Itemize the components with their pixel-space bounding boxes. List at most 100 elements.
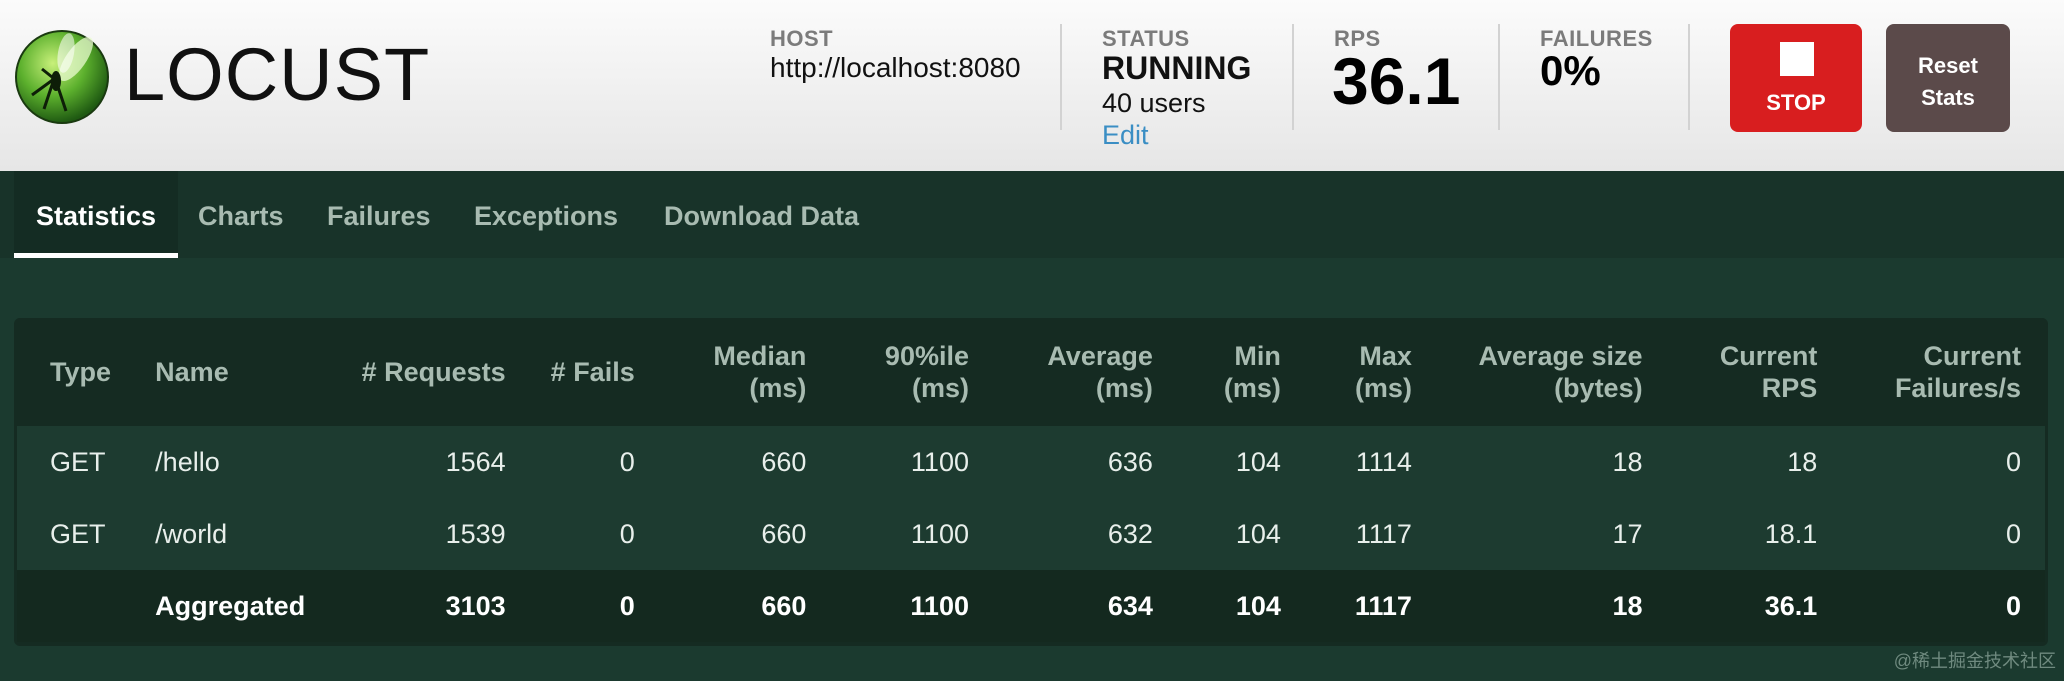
host-value: http://localhost:8080 [770, 52, 1021, 83]
column-header-text: Average [1047, 341, 1153, 371]
reset-label-line2: Stats [1921, 85, 1975, 110]
column-header-current-rps[interactable]: Current RPS [1642, 318, 1818, 426]
reset-label-line1: Reset [1918, 53, 1978, 78]
cell-max: 1117 [1280, 570, 1412, 642]
column-header-name[interactable]: Name [155, 318, 344, 426]
cell-current-rps: 36.1 [1642, 570, 1818, 642]
cell-type: GET [17, 498, 156, 570]
cell-average: 634 [968, 570, 1153, 642]
cell-requests: 1564 [343, 426, 506, 498]
cell-min: 104 [1152, 426, 1281, 498]
header: LOCUST HOST http://localhost:8080 STATUS… [0, 0, 2064, 171]
cell-fails: 0 [505, 426, 635, 498]
watermark: @稀土掘金技术社区 [1893, 651, 2056, 671]
user-count: 40 users [1102, 88, 1206, 118]
column-header-text: Average size [1478, 341, 1643, 371]
cell-name: /hello [155, 426, 344, 498]
cell-fails: 0 [505, 498, 635, 570]
column-header-requests[interactable]: # Requests [343, 318, 506, 426]
divider [1498, 24, 1500, 130]
cell-type: GET [17, 426, 156, 498]
tab-failures[interactable]: Failures [327, 171, 431, 258]
cell-p90: 1100 [806, 498, 969, 570]
column-header-avg-size[interactable]: Average size (bytes) [1411, 318, 1643, 426]
reset-stats-button[interactable]: Reset Stats [1886, 24, 2010, 132]
column-header-text: Max [1359, 341, 1412, 371]
column-header-text: (ms) [1354, 373, 1412, 403]
column-header-text: Min [1234, 341, 1281, 371]
column-header-text: 90%ile [884, 341, 969, 371]
column-header-text: (ms) [1095, 373, 1153, 403]
cell-min: 104 [1152, 498, 1281, 570]
table-row: GET/hello 1564 0 660 1100 636 104 1114 18 18 0 [17, 426, 2045, 498]
column-header-average[interactable]: Average (ms) [968, 318, 1153, 426]
cell-avg-size: 17 [1411, 498, 1643, 570]
cell-current-failures: 0 [1817, 426, 2045, 498]
tab-exceptions[interactable]: Exceptions [474, 171, 618, 258]
cell-current-failures: 0 [1817, 570, 2045, 642]
rps-value: 36.1 [1332, 44, 1461, 118]
cell-current-failures: 0 [1817, 498, 2045, 570]
column-header-text: # Fails [550, 357, 635, 387]
cell-max: 1117 [1280, 498, 1412, 570]
divider [1060, 24, 1062, 130]
divider [1292, 24, 1294, 130]
cell-current-rps: 18.1 [1642, 498, 1818, 570]
column-header-text: Name [155, 357, 229, 387]
cell-type [17, 570, 156, 642]
divider [1688, 24, 1690, 130]
column-header-text: # Requests [361, 357, 506, 387]
stop-icon [1780, 42, 1814, 76]
locust-logo-icon [15, 30, 109, 124]
cell-max: 1114 [1280, 426, 1412, 498]
tab-statistics[interactable]: Statistics [14, 171, 178, 258]
stop-button[interactable]: STOP [1730, 24, 1862, 132]
cell-min: 104 [1152, 570, 1281, 642]
tab-charts[interactable]: Charts [198, 171, 284, 258]
column-header-current-failures[interactable]: Current Failures/s [1817, 318, 2045, 426]
column-header-text: (bytes) [1554, 373, 1643, 403]
stop-button-label: STOP [1766, 90, 1826, 115]
cell-avg-size: 18 [1411, 426, 1643, 498]
cell-name: Aggregated [155, 570, 344, 642]
column-header-text: Type [50, 357, 112, 387]
cell-p90: 1100 [806, 570, 969, 642]
tab-download-data[interactable]: Download Data [664, 171, 859, 258]
column-header-text: Median [713, 341, 807, 371]
cell-fails: 0 [505, 570, 635, 642]
tab-bar: Statistics Charts Failures Exceptions Do… [0, 171, 2064, 258]
cell-current-rps: 18 [1642, 426, 1818, 498]
statistics-table: Type Name # Requests # Fails Median (ms) 90%il… [17, 318, 2045, 642]
status-label: STATUS [1102, 26, 1190, 51]
reset-stats-label: Reset Stats [1886, 50, 2010, 114]
column-header-fails[interactable]: # Fails [505, 318, 635, 426]
column-header-text: (ms) [749, 373, 807, 403]
cell-average: 632 [968, 498, 1153, 570]
edit-users-link[interactable]: Edit [1102, 120, 1149, 151]
column-header-text: RPS [1761, 373, 1818, 403]
host-label: HOST [770, 26, 834, 51]
cell-median: 660 [634, 498, 807, 570]
column-header-text: (ms) [911, 373, 969, 403]
cell-name: /world [155, 498, 344, 570]
column-header-text: Failures/s [1894, 373, 2021, 403]
column-header-median[interactable]: Median (ms) [634, 318, 807, 426]
cell-requests: 3103 [343, 570, 506, 642]
cell-median: 660 [634, 570, 807, 642]
column-header-max[interactable]: Max (ms) [1280, 318, 1412, 426]
cell-average: 636 [968, 426, 1153, 498]
table-row: GET/world 1539 0 660 1100 632 104 1117 17 18.1 0 [17, 498, 2045, 570]
table-header-row: Type Name # Requests # Fails Median (ms) 90%il… [17, 318, 2045, 426]
column-header-min[interactable]: Min (ms) [1152, 318, 1281, 426]
statistics-table-container: Type Name # Requests # Fails Median (ms) 90%il… [14, 318, 2048, 646]
failures-value: 0% [1540, 47, 1601, 94]
cell-p90: 1100 [806, 426, 969, 498]
cell-requests: 1539 [343, 498, 506, 570]
column-header-text: Current [1923, 341, 2021, 371]
status-value: RUNNING [1102, 50, 1252, 86]
cell-avg-size: 18 [1411, 570, 1643, 642]
column-header-type[interactable]: Type [17, 318, 156, 426]
column-header-text: (ms) [1223, 373, 1281, 403]
column-header-p90[interactable]: 90%ile (ms) [806, 318, 969, 426]
logo-text: LOCUST [124, 33, 431, 116]
